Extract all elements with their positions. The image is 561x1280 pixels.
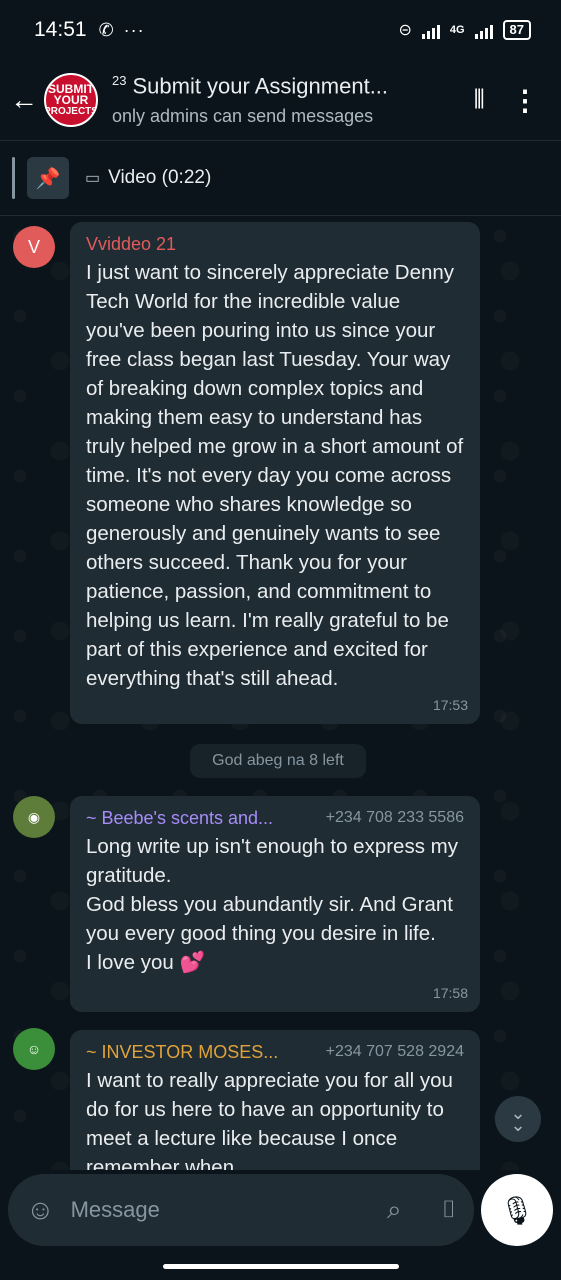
- signal-icon-2: [474, 21, 493, 39]
- camera-icon[interactable]: ⌷: [442, 1196, 456, 1224]
- status-bar: 14:51 ✆ ··· ⊝ 4G 87: [0, 0, 561, 60]
- home-indicator: [163, 1264, 399, 1269]
- message-time: 17:58: [432, 985, 468, 1001]
- message-composer: ☺ Message ⌕ ⌷: [8, 1174, 474, 1246]
- avatar[interactable]: ☺: [13, 1028, 55, 1070]
- sender-name: Vviddeo 21: [86, 234, 177, 254]
- sender-phone: +234 708 233 5586: [325, 809, 464, 826]
- group-avatar[interactable]: SUBMIT YOUR PROJECTS: [44, 73, 98, 127]
- avatar[interactable]: ◉: [13, 796, 55, 838]
- more-options-icon[interactable]: ⋮: [511, 84, 539, 117]
- pin-icon: 📌: [27, 157, 69, 199]
- mic-icon: 🎙: [499, 1194, 535, 1226]
- chat-subtitle: only admins can send messages: [112, 105, 374, 126]
- avatar-line-2: YOUR: [53, 92, 89, 107]
- pin-indicator: [12, 157, 15, 199]
- battery-indicator: 87: [502, 20, 531, 40]
- sender-name: ~ Beebe's scents and... +234 708 233 5586: [86, 808, 464, 828]
- chat-header: ← SUBMIT YOUR PROJECTS 23 Submit your Ass…: [0, 60, 561, 140]
- status-right: ⊝ 4G 87: [398, 20, 531, 40]
- chat-title: 23 Submit your Assignment...: [112, 73, 474, 99]
- member-count: 23: [112, 73, 127, 89]
- network-type: 4G: [449, 24, 465, 36]
- signal-icon: [421, 21, 440, 39]
- message-input[interactable]: Message: [71, 1197, 387, 1223]
- sender-name: ~ INVESTOR MOSES... +234 707 528 2924: [86, 1042, 464, 1062]
- message-time: 17:53: [432, 697, 468, 713]
- message-text: I want to really appreciate you for all …: [86, 1069, 453, 1170]
- link-icon: ⊝: [398, 22, 412, 39]
- message-bubble[interactable]: ~ Beebe's scents and... +234 708 233 5586…: [70, 796, 480, 1012]
- status-time: 14:51: [34, 18, 87, 41]
- avatar[interactable]: V: [13, 226, 55, 268]
- attach-icon[interactable]: ⌕: [387, 1194, 402, 1226]
- message-text: Long write up isn't enough to express my…: [86, 835, 458, 974]
- pinned-video: ▭ Video (0:22): [85, 167, 211, 189]
- pinned-label: Video (0:22): [108, 167, 212, 188]
- whatsapp-icon: ✆: [98, 19, 114, 40]
- emoji-icon[interactable]: ☺: [26, 1194, 55, 1226]
- voice-chat-icon[interactable]: ⦀: [474, 84, 485, 116]
- more-notifications-icon: ···: [123, 19, 145, 40]
- mic-button[interactable]: 🎙: [481, 1174, 553, 1246]
- chat-area[interactable]: V Vviddeo 21 I just want to sincerely ap…: [0, 216, 561, 1170]
- message-bubble[interactable]: ~ INVESTOR MOSES... +234 707 528 2924 I w…: [70, 1030, 480, 1170]
- chat-title-area[interactable]: 23 Submit your Assignment... only admins …: [112, 73, 474, 126]
- system-message: God abeg na 8 left: [190, 744, 366, 778]
- chevron-down-icon: ⌄ ⌄: [510, 1103, 526, 1135]
- pinned-message-bar[interactable]: 📌 ▭ Video (0:22): [0, 140, 561, 216]
- sender-phone: +234 707 528 2924: [325, 1043, 464, 1060]
- message-bubble[interactable]: Vviddeo 21 I just want to sincerely appr…: [70, 222, 480, 724]
- scroll-down-button[interactable]: ⌄ ⌄: [495, 1096, 541, 1142]
- avatar-line-3: PROJECTS: [44, 105, 98, 117]
- avatar-letter: V: [27, 236, 40, 257]
- group-name: Submit your Assignment...: [132, 73, 389, 99]
- back-arrow-icon[interactable]: ←: [10, 84, 40, 116]
- message-text: I just want to sincerely appreciate Denn…: [86, 261, 464, 690]
- video-camera-icon: ▭: [85, 170, 101, 187]
